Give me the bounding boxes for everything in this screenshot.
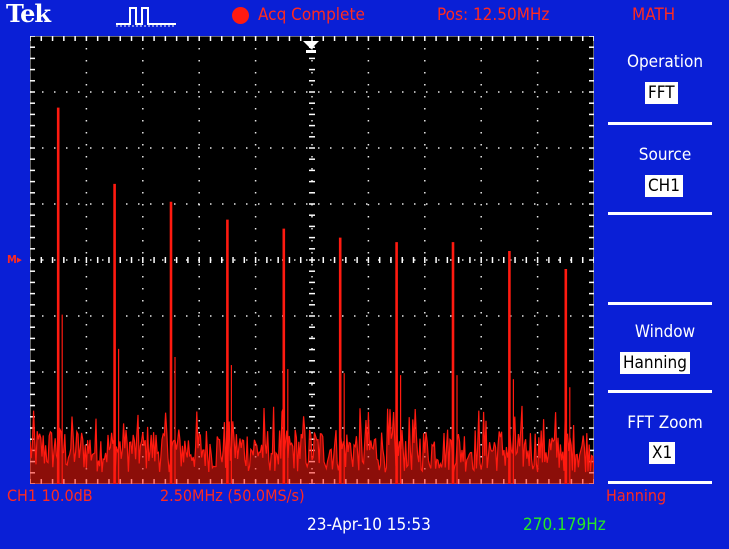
window-readout: Hanning (606, 486, 667, 505)
fft-zoom-value[interactable]: X1 (649, 442, 676, 464)
date-time: 23-Apr-10 15:53 (307, 515, 431, 535)
trigger-pulse-icon (116, 7, 176, 27)
source-value[interactable]: CH1 (645, 175, 683, 197)
operation-value[interactable]: FFT (645, 82, 678, 104)
source-label: Source (638, 145, 692, 165)
menu-divider (608, 302, 712, 305)
trigger-position-marker-icon[interactable] (302, 40, 320, 54)
acquisition-status: Acq Complete (258, 5, 365, 25)
menu-divider (608, 390, 712, 393)
fft-spectrum-display (30, 36, 594, 484)
ch1-scale-readout: CH1 10.0dB (7, 486, 93, 505)
acquisition-status-icon (232, 7, 249, 24)
fft-zoom-label: FFT Zoom (627, 413, 703, 433)
window-label: Window (634, 322, 696, 342)
menu-divider (608, 212, 712, 215)
horizontal-position-readout: Pos: 12.50MHz (437, 5, 550, 25)
math-reference-marker: M▸ (7, 253, 22, 266)
menu-divider (608, 122, 712, 125)
menu-title: MATH (632, 5, 676, 25)
timebase-readout: 2.50MHz (50.0MS/s) (160, 486, 305, 505)
window-value[interactable]: Hanning (620, 352, 690, 374)
operation-label: Operation (626, 52, 704, 72)
tek-logo: Tek (6, 0, 51, 28)
menu-divider (608, 481, 712, 484)
trigger-frequency-readout: 270.179Hz (523, 515, 606, 535)
